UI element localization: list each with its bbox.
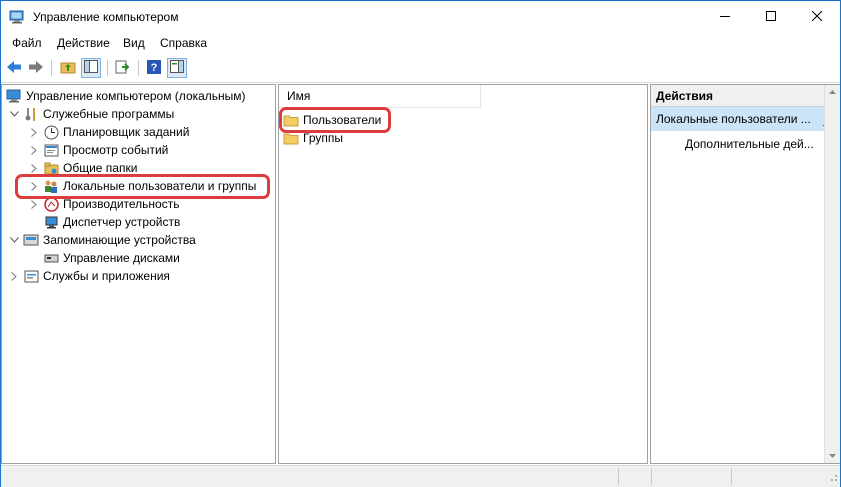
scroll-down-icon[interactable] xyxy=(825,449,839,463)
more-actions-item[interactable]: Дополнительные дей... xyxy=(685,137,814,151)
tree-item-label: Управление компьютером (локальным) xyxy=(26,89,246,103)
actions-pane: Действия Локальные пользователи ... Допо… xyxy=(650,84,840,464)
clock-icon xyxy=(43,124,59,140)
tree-item-storage[interactable]: Запоминающие устройства xyxy=(8,231,196,249)
resize-grip-icon[interactable] xyxy=(828,471,838,485)
show-hide-console-tree-button[interactable] xyxy=(81,58,101,78)
tree-item-label: Общие папки xyxy=(63,161,138,175)
help-button[interactable]: ? xyxy=(144,58,164,78)
forward-button[interactable] xyxy=(26,58,46,78)
forward-arrow-icon xyxy=(28,60,44,77)
close-button[interactable] xyxy=(794,1,840,32)
help-icon: ? xyxy=(147,59,161,77)
tree-item-label: Служебные программы xyxy=(43,107,175,121)
tree-item-device-manager[interactable]: Диспетчер устройств xyxy=(43,213,180,231)
maximize-icon xyxy=(766,10,776,24)
up-level-button[interactable] xyxy=(58,58,78,78)
tree-item-label: Просмотр событий xyxy=(63,143,169,157)
console-tree-icon xyxy=(84,60,98,76)
back-arrow-icon xyxy=(6,60,22,77)
chevron-right-icon[interactable] xyxy=(28,126,40,138)
device-manager-icon xyxy=(43,214,59,230)
chevron-right-icon[interactable] xyxy=(8,270,20,282)
services-icon xyxy=(23,268,39,284)
computer-management-icon xyxy=(9,10,25,24)
more-actions-label: Дополнительные дей... xyxy=(685,137,814,151)
tree-item-services-apps[interactable]: Службы и приложения xyxy=(8,267,170,285)
highlight-local-users xyxy=(15,174,270,199)
chevron-right-icon[interactable] xyxy=(28,144,40,156)
highlight-users-folder xyxy=(279,107,391,133)
tree-item-root[interactable]: Управление компьютером (локальным) xyxy=(6,87,246,105)
chevron-down-icon[interactable] xyxy=(8,234,20,246)
export-icon xyxy=(115,60,131,77)
list-pane: Имя Пользователи Группы xyxy=(278,84,648,464)
show-hide-action-pane-button[interactable] xyxy=(167,58,187,78)
event-viewer-icon xyxy=(43,142,59,158)
action-pane-icon xyxy=(170,60,184,76)
svg-text:?: ? xyxy=(151,62,158,74)
actions-scrollbar[interactable] xyxy=(824,85,840,463)
column-header-name[interactable]: Имя xyxy=(279,85,481,108)
menu-action[interactable]: Действие xyxy=(57,36,110,50)
tree-item-system-tools[interactable]: Служебные программы xyxy=(8,105,174,123)
tree-item-label: Планировщик заданий xyxy=(63,125,190,139)
actions-group-header[interactable]: Локальные пользователи ... xyxy=(651,107,840,131)
list-item-label: Группы xyxy=(303,131,343,145)
chevron-right-icon[interactable] xyxy=(28,162,40,174)
export-list-button[interactable] xyxy=(113,58,133,78)
tree-item-event-viewer[interactable]: Просмотр событий xyxy=(28,141,168,159)
minimize-icon xyxy=(720,10,730,24)
tree-item-label: Запоминающие устройства xyxy=(43,233,196,247)
title-bar: Управление компьютером xyxy=(1,1,840,32)
tools-icon xyxy=(23,106,39,122)
chevron-down-icon[interactable] xyxy=(8,108,20,120)
toolbar: ? xyxy=(1,54,840,83)
console-tree-pane: Управление компьютером (локальным) Служе… xyxy=(1,84,276,464)
maximize-button[interactable] xyxy=(748,1,794,32)
tree-item-task-scheduler[interactable]: Планировщик заданий xyxy=(28,123,189,141)
disk-icon xyxy=(43,250,59,266)
tree-item-label: Службы и приложения xyxy=(43,269,170,283)
menu-view[interactable]: Вид xyxy=(123,36,145,50)
close-icon xyxy=(811,10,823,24)
back-button[interactable] xyxy=(4,58,24,78)
minimize-button[interactable] xyxy=(702,1,748,32)
menu-help[interactable]: Справка xyxy=(160,36,207,50)
folder-up-icon xyxy=(60,60,76,77)
computer-management-window: Управление компьютером Файл Действие Вид… xyxy=(0,0,841,487)
column-name-label: Имя xyxy=(287,89,311,103)
status-bar xyxy=(1,465,840,487)
chevron-right-icon[interactable] xyxy=(28,198,40,210)
tree-item-label: Управление дисками xyxy=(63,251,180,265)
tree-item-label: Диспетчер устройств xyxy=(63,215,181,229)
actions-title: Действия xyxy=(651,85,840,107)
tree-item-disk-management[interactable]: Управление дисками xyxy=(43,249,180,267)
scroll-up-icon[interactable] xyxy=(825,85,839,99)
tree-item-label: Производительность xyxy=(63,197,180,211)
actions-group-label: Локальные пользователи ... xyxy=(656,112,811,126)
menu-file[interactable]: Файл xyxy=(12,36,42,50)
computer-management-icon xyxy=(6,88,22,104)
storage-icon xyxy=(23,232,39,248)
window-title: Управление компьютером xyxy=(33,10,179,24)
menu-bar: Файл Действие Вид Справка xyxy=(1,32,840,54)
